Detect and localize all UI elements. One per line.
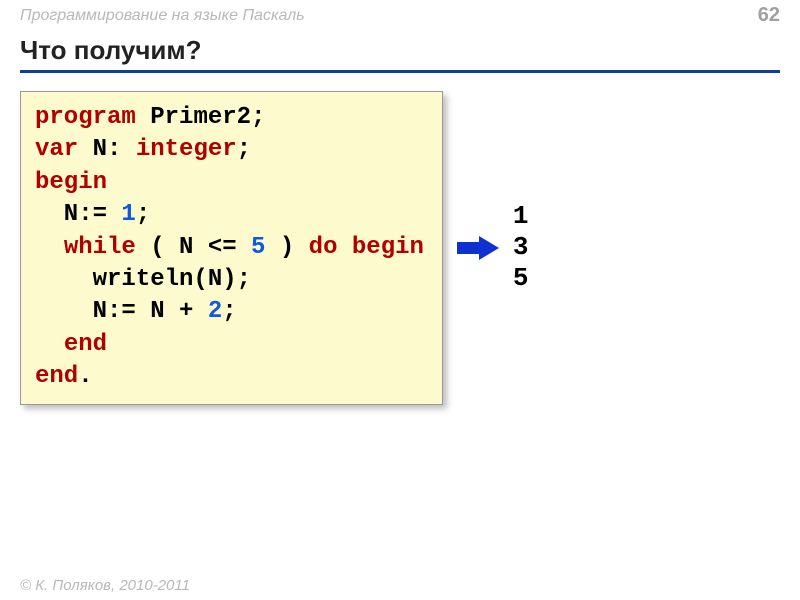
num-literal: 1 (121, 201, 135, 228)
content-row: program Primer2; var N: integer; begin N… (0, 73, 800, 405)
kw-integer: integer (136, 136, 237, 163)
code-text: ; (237, 136, 251, 163)
page-number: 62 (758, 4, 780, 27)
num-literal: 5 (251, 234, 265, 261)
code-text: N:= (35, 201, 121, 228)
code-text: N: (78, 136, 136, 163)
code-text: Primer2; (136, 104, 266, 131)
slide-title: Что получим? (20, 35, 780, 66)
code-text: ; (222, 298, 236, 325)
code-text: . (78, 363, 92, 390)
code-text (337, 234, 351, 261)
kw-begin: begin (352, 234, 424, 261)
program-output: 1 3 5 (513, 201, 529, 295)
footer-copyright: © К. Поляков, 2010-2011 (20, 577, 190, 594)
code-text (35, 331, 64, 358)
slide-header: Программирование на языке Паскаль 62 (0, 0, 800, 29)
code-block: program Primer2; var N: integer; begin N… (20, 91, 443, 405)
kw-while: while (64, 234, 136, 261)
code-text: N:= N + (35, 298, 208, 325)
kw-var: var (35, 136, 78, 163)
subject-text: Программирование на языке Паскаль (20, 7, 305, 25)
code-text (35, 234, 64, 261)
kw-end: end (64, 331, 107, 358)
arrow-right-icon (457, 236, 499, 260)
kw-do: do (309, 234, 338, 261)
kw-end: end (35, 363, 78, 390)
num-literal: 2 (208, 298, 222, 325)
code-text: ) (265, 234, 308, 261)
code-text: ; (136, 201, 150, 228)
kw-begin: begin (35, 169, 107, 196)
kw-program: program (35, 104, 136, 131)
code-text: ( N <= (136, 234, 251, 261)
code-text: writeln(N); (35, 266, 251, 293)
